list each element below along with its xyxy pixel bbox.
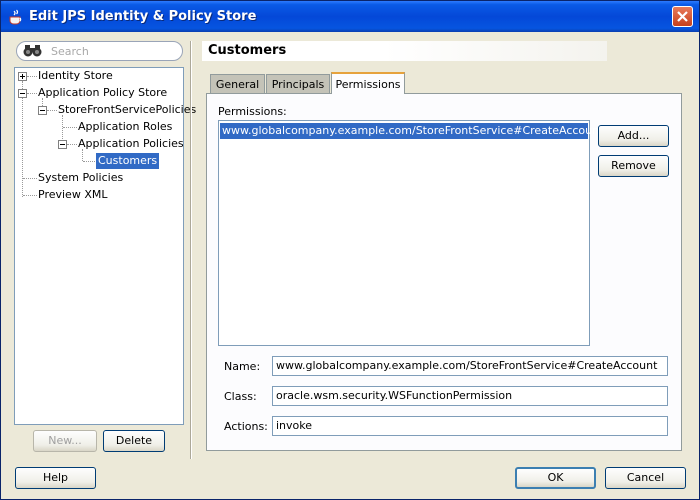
section-title: Customers	[208, 43, 287, 58]
tab-principals[interactable]: Principals	[266, 74, 330, 93]
list-item[interactable]: www.globalcompany.example.com/StoreFront…	[220, 123, 603, 139]
cancel-button-label: Cancel	[626, 471, 665, 484]
actions-label: Actions:	[224, 420, 268, 433]
dialog-window: Edit JPS Identity & Policy Store Search	[0, 0, 700, 500]
tab-general-label: General	[215, 78, 260, 91]
tree-line	[47, 110, 57, 111]
new-button[interactable]: New...	[33, 430, 97, 452]
panel-divider[interactable]	[190, 41, 192, 459]
tree-item-system-policies[interactable]: System Policies	[38, 170, 123, 186]
ok-button-label: OK	[547, 471, 564, 484]
ok-button[interactable]: OK	[515, 467, 596, 489]
delete-button[interactable]: Delete	[103, 430, 165, 452]
help-button-label: Help	[42, 471, 69, 484]
tree-line	[27, 76, 37, 77]
expand-icon[interactable]	[18, 72, 27, 81]
cancel-button[interactable]: Cancel	[605, 467, 686, 489]
remove-button-label: Remove	[611, 159, 656, 172]
permissions-label: Permissions:	[218, 105, 287, 118]
help-button[interactable]: Help	[15, 467, 96, 489]
actions-field[interactable]: invoke	[272, 416, 668, 436]
collapse-icon[interactable]	[18, 89, 27, 98]
tree-item-storefront-service-policies[interactable]: StoreFrontServicePolicies	[58, 102, 196, 118]
policy-tree[interactable]: Identity Store Application Policy Store …	[14, 67, 196, 425]
name-label: Name:	[224, 360, 261, 373]
tree-line	[23, 195, 37, 196]
search-field[interactable]: Search	[16, 41, 183, 61]
window-title: Edit JPS Identity & Policy Store	[29, 9, 257, 24]
tree-line	[22, 81, 23, 197]
tab-principals-label: Principals	[271, 78, 325, 91]
search-placeholder: Search	[51, 45, 89, 58]
collapse-icon[interactable]	[58, 140, 67, 149]
tree-item-identity-store[interactable]: Identity Store	[38, 68, 113, 84]
tab-permissions-label: Permissions	[335, 78, 401, 91]
close-button[interactable]	[672, 6, 693, 27]
tree-line	[67, 144, 77, 145]
add-button-label: Add...	[617, 129, 650, 142]
class-label: Class:	[224, 390, 257, 403]
remove-button[interactable]: Remove	[598, 155, 669, 177]
permissions-list[interactable]: www.globalcompany.example.com/StoreFront…	[218, 120, 603, 346]
tree-item-preview-xml[interactable]: Preview XML	[38, 187, 107, 203]
tree-item-application-policy-store[interactable]: Application Policy Store	[38, 85, 167, 101]
delete-button-label: Delete	[115, 434, 153, 447]
binoculars-icon	[23, 45, 42, 57]
java-cup-icon	[9, 9, 22, 25]
tree-line	[83, 161, 97, 162]
collapse-icon[interactable]	[38, 106, 47, 115]
close-icon	[677, 11, 688, 22]
tree-line	[27, 93, 37, 94]
tab-general[interactable]: General	[210, 74, 265, 93]
tree-item-application-policies[interactable]: Application Policies	[78, 136, 184, 152]
new-button-label: New...	[48, 434, 82, 447]
tree-line	[63, 127, 77, 128]
tree-item-customers[interactable]: Customers	[96, 153, 160, 169]
name-field[interactable]: www.globalcompany.example.com/StoreFront…	[272, 356, 668, 376]
add-button[interactable]: Add...	[598, 125, 669, 147]
tree-line	[23, 178, 37, 179]
tree-item-application-roles[interactable]: Application Roles	[78, 119, 172, 135]
class-field[interactable]: oracle.wsm.security.WSFunctionPermission	[272, 386, 668, 406]
tab-permissions[interactable]: Permissions	[331, 72, 405, 94]
title-bar[interactable]: Edit JPS Identity & Policy Store	[1, 1, 699, 32]
